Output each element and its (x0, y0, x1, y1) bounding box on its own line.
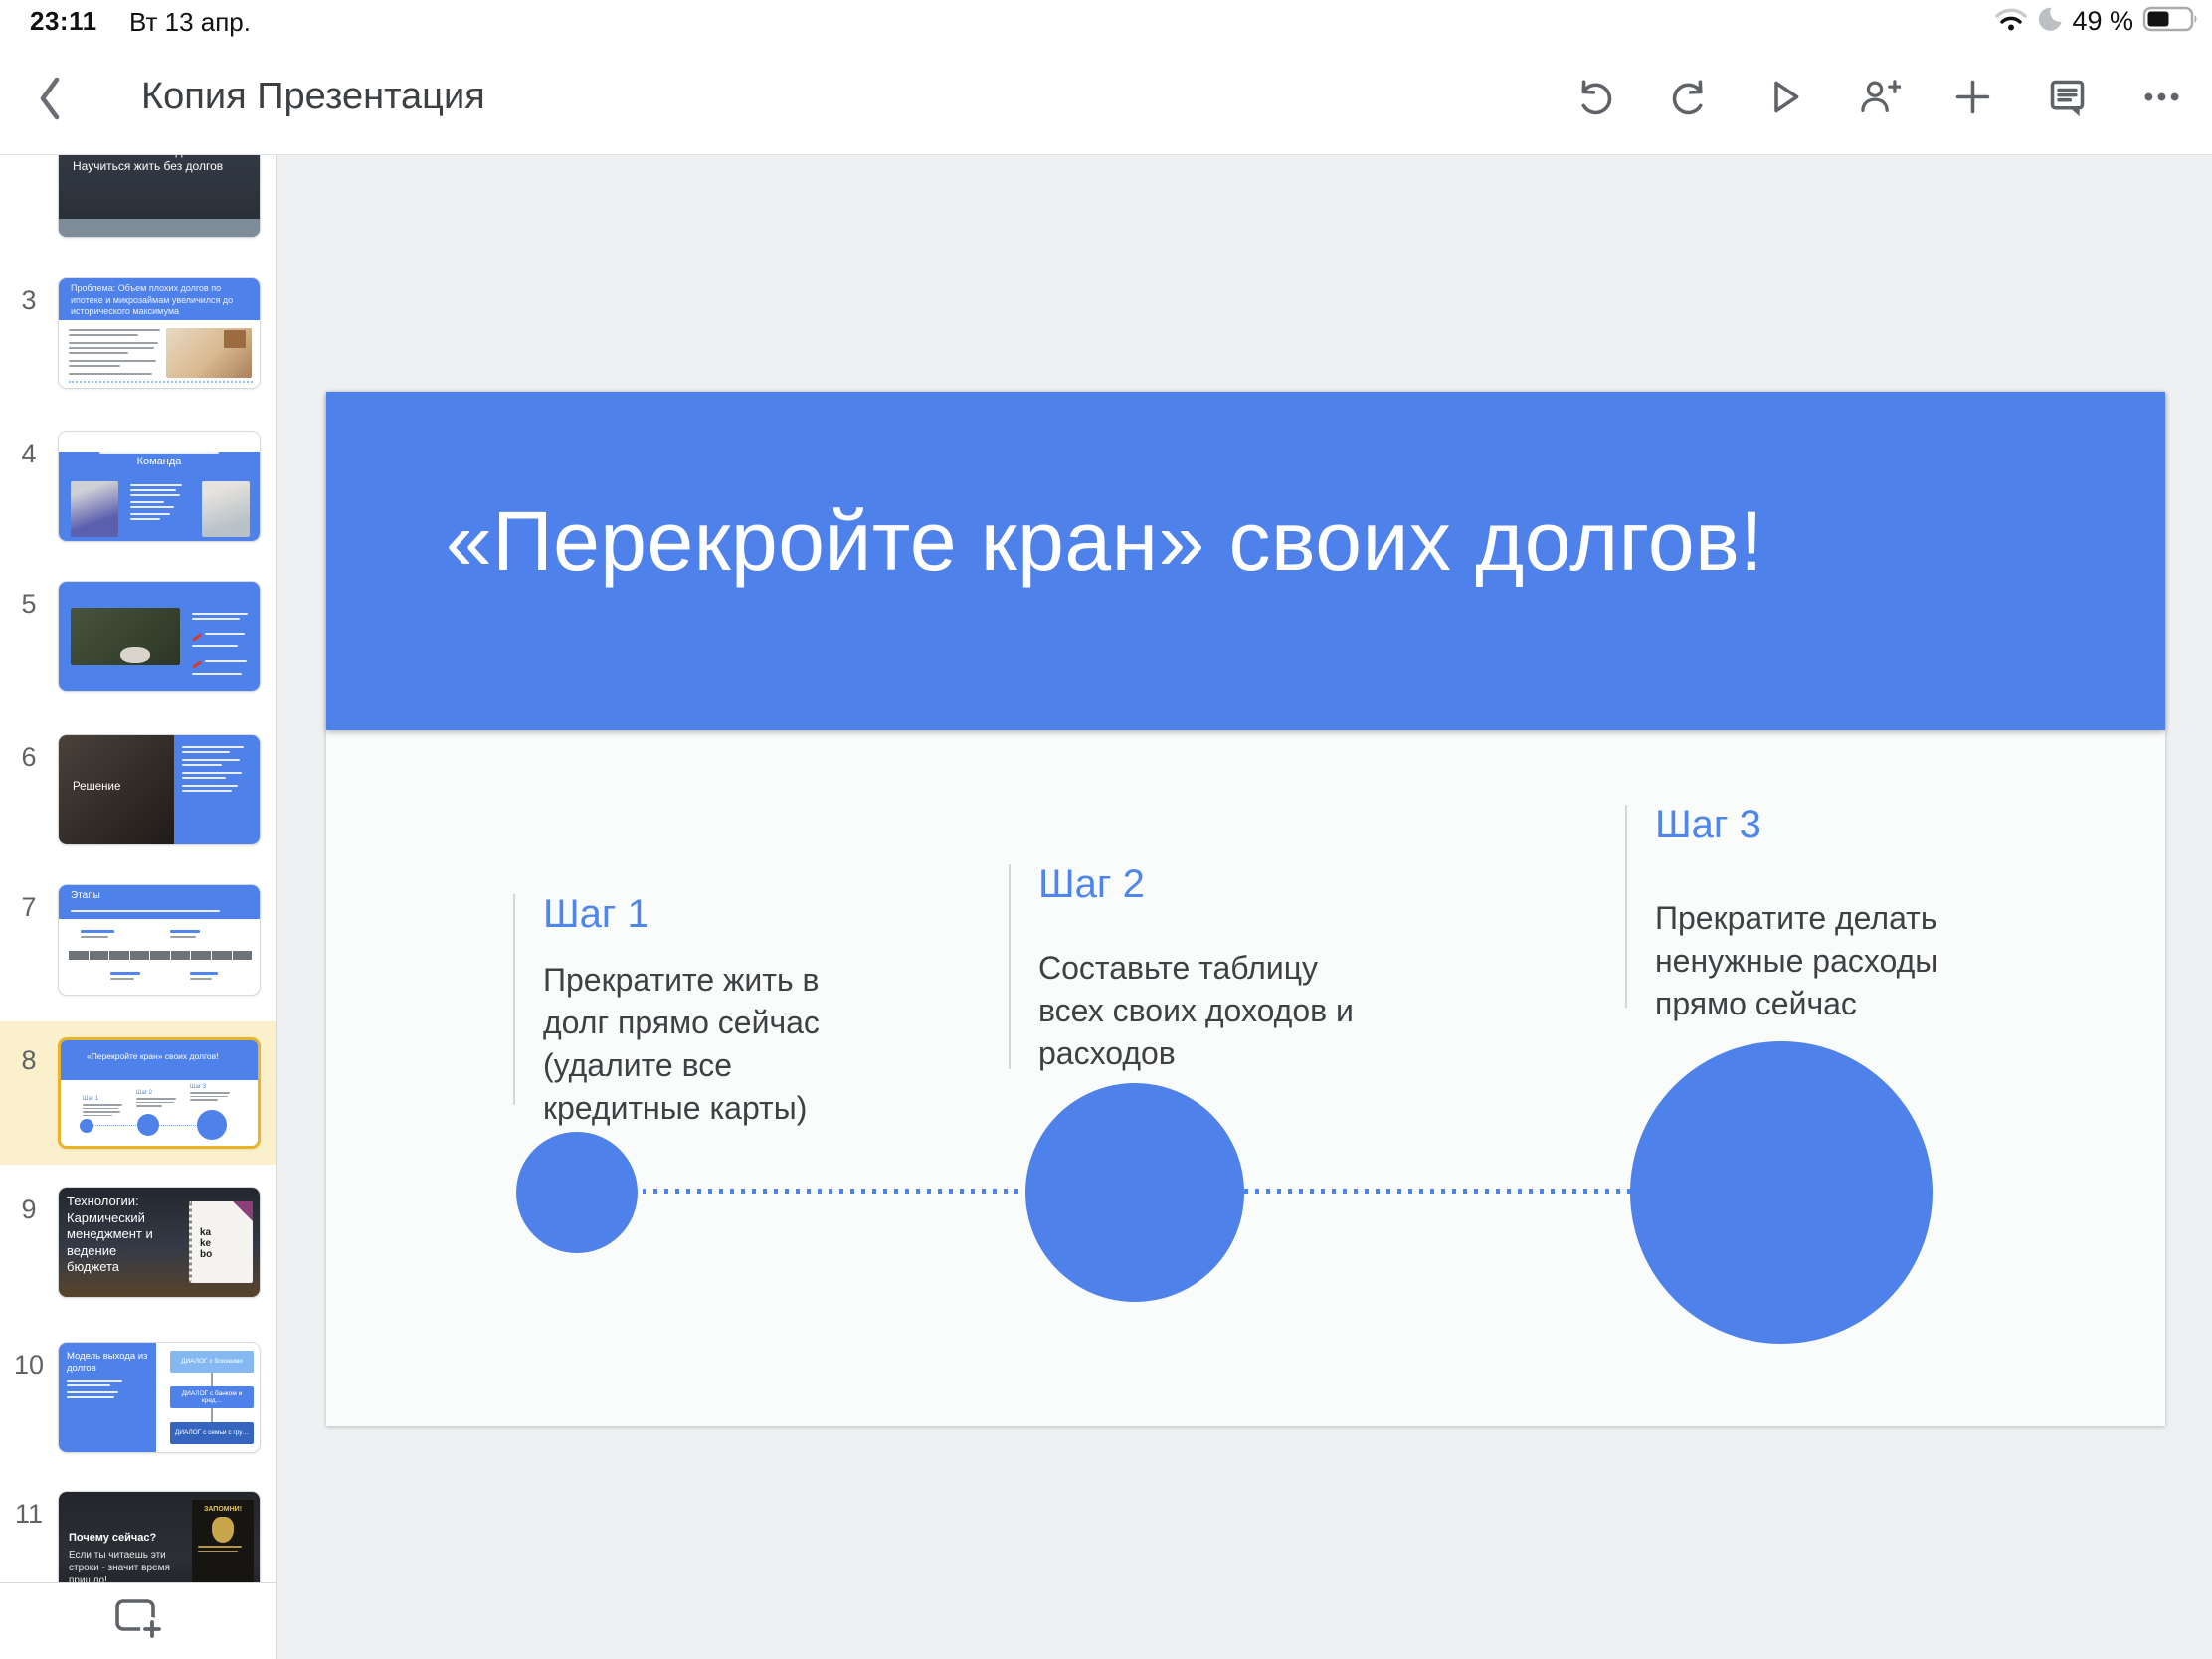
step3-divider-line (1625, 805, 1627, 1008)
slide-filmstrip[interactable]: Наша главная цель: Финансовая свобода/ Н… (0, 155, 276, 1659)
editor-canvas[interactable]: «Перекройте кран» своих долгов! Шаг 1 Пр… (277, 155, 2212, 1659)
do-not-disturb-moon-icon (2037, 6, 2063, 37)
undo-icon[interactable] (1572, 75, 1617, 119)
current-slide[interactable]: «Перекройте кран» своих долгов! Шаг 1 Пр… (326, 392, 2165, 1426)
step1-divider-line (513, 894, 515, 1105)
plus-icon[interactable] (1950, 75, 1995, 119)
step3-circle[interactable] (1630, 1041, 1933, 1344)
thumb8-circle-1 (80, 1119, 93, 1133)
thumb8-step2: Шаг 2 (136, 1090, 182, 1109)
redo-icon[interactable] (1667, 75, 1712, 119)
thumb6-list (174, 735, 260, 844)
thumb6-photo: Решение (59, 735, 176, 844)
status-bar: 23:11 Вт 13 апр. 49 % (0, 0, 2212, 40)
thumb3-title: Проблема: Объем плохих долгов по ипотеке… (71, 283, 255, 318)
thumb2-photo (59, 219, 260, 237)
step1-circle[interactable] (516, 1132, 638, 1253)
slide-thumbnail-2[interactable]: Наша главная цель: Финансовая свобода/ Н… (58, 155, 261, 238)
step2-body[interactable]: Составьте таблицу всех своих доходов и р… (1038, 947, 1377, 1075)
slide-number: 11 (10, 1499, 48, 1530)
document-title[interactable]: Копия Презентация (141, 40, 485, 154)
thumb11-poster: ЗАПОМНИ! (192, 1500, 254, 1595)
thumb4-photo-left (71, 481, 118, 537)
slide-number: 8 (10, 1045, 48, 1076)
slide-number: 9 (10, 1195, 48, 1225)
slide-thumbnail-4[interactable]: Команда (58, 431, 261, 542)
slide-number: 10 (10, 1350, 48, 1381)
thumb11-title: Почему сейчас? (69, 1532, 156, 1544)
thumb9-book-label: ka ke bo (200, 1227, 220, 1260)
thumb8-step3: Шаг 3 (190, 1084, 236, 1103)
thumb8-circle-3 (197, 1110, 227, 1140)
step2-divider-line (1009, 864, 1011, 1069)
battery-percent: 49 % (2072, 6, 2133, 37)
thumb9-title: Технологии: Кармический менеджмент и вед… (67, 1194, 166, 1276)
thumb11-poster-title: ЗАПОМНИ! (192, 1506, 254, 1513)
slide-thumbnail-8-selected[interactable]: «Перекройте кран» своих долгов! Шаг 1 Ша… (58, 1037, 261, 1149)
thumb9-book: ka ke bo (189, 1201, 253, 1283)
thumb8-circle-2 (137, 1114, 159, 1136)
thumb7-milestone (110, 969, 140, 983)
thumb5-text-lines (192, 610, 252, 678)
slide-number: 6 (10, 742, 48, 773)
slide-number: 7 (10, 892, 48, 923)
step1-body[interactable]: Прекратите жить в долг прямо сейчас (уда… (543, 959, 841, 1130)
toolbar-actions (1572, 40, 2184, 154)
thumb4-title: Команда (59, 456, 260, 467)
slide-thumbnail-10[interactable]: Модель выхода из долгов ДИАЛОГ с близким… (58, 1342, 261, 1453)
wifi-icon (1994, 6, 2028, 37)
add-slide-icon[interactable] (113, 1597, 163, 1646)
clock: 23:11 (30, 6, 97, 37)
step2-title[interactable]: Шаг 2 (1038, 859, 1145, 909)
thumb10-title: Модель выхода из долгов (67, 1351, 148, 1374)
step1-title[interactable]: Шаг 1 (543, 889, 649, 939)
slide-thumbnail-3[interactable]: Проблема: Объем плохих долгов по ипотеке… (58, 277, 261, 389)
more-icon[interactable] (2139, 75, 2184, 119)
step3-body[interactable]: Прекратите делать ненужные расходы прямо… (1655, 897, 1953, 1025)
thumb3-text-lines (69, 326, 163, 378)
thumb10-box-3: ДИАЛОГ с семьи с гру… (170, 1422, 254, 1444)
google-slides-app: 23:11 Вт 13 апр. 49 % (0, 0, 2212, 1659)
slide-title[interactable]: «Перекройте кран» своих долгов! (446, 489, 2087, 593)
thumb3-dotted-line (69, 381, 253, 383)
thumb10-box-1: ДИАЛОГ с близкими (170, 1351, 254, 1373)
slide-thumbnail-7[interactable]: Этапы (58, 884, 261, 996)
thumb7-milestone (81, 927, 114, 941)
thumb3-photo-detail (224, 330, 246, 348)
slide-number: 5 (10, 589, 48, 620)
slide-thumbnail-6[interactable]: Решение (58, 734, 261, 845)
thumb6-title: Решение (73, 781, 120, 793)
toolbar: Копия Презентация (0, 40, 2212, 155)
thumb10-panel: Модель выхода из долгов (59, 1343, 156, 1452)
present-icon[interactable] (1761, 75, 1806, 119)
filmstrip-bottom-bar (0, 1582, 276, 1659)
battery-icon (2142, 5, 2200, 38)
slide-number: 4 (10, 439, 48, 469)
thumb7-title: Этапы (71, 890, 100, 901)
thumb7-milestone (170, 927, 200, 941)
slide-number: 3 (10, 285, 48, 316)
date: Вт 13 апр. (129, 7, 251, 38)
thumb4-text-lines (130, 481, 188, 523)
thumb2-title: Наша главная цель: Финансовая свобода/ Н… (73, 155, 242, 174)
thumb10-box-2: ДИАЛОГ с банком и кред… (170, 1386, 254, 1408)
slide-title-banner[interactable]: «Перекройте кран» своих долгов! (326, 392, 2165, 730)
thumb4-photo-right (202, 481, 250, 537)
thumb8-step1: Шаг 1 (83, 1096, 128, 1118)
add-collaborator-icon[interactable] (1856, 75, 1901, 119)
thumb7-timeline (69, 951, 252, 960)
step2-circle[interactable] (1025, 1083, 1244, 1302)
slide-thumbnail-5[interactable] (58, 581, 261, 692)
slide-thumbnail-9[interactable]: Технологии: Кармический менеджмент и вед… (58, 1187, 261, 1298)
back-icon[interactable] (30, 76, 70, 121)
thumb7-milestone (190, 969, 218, 983)
step3-title[interactable]: Шаг 3 (1655, 800, 1761, 849)
thumb5-photo (71, 608, 180, 665)
status-indicators: 49 % (1994, 4, 2200, 38)
comments-icon[interactable] (2045, 75, 2090, 119)
thumb8-title: «Перекройте кран» своих долгов! (87, 1051, 246, 1061)
